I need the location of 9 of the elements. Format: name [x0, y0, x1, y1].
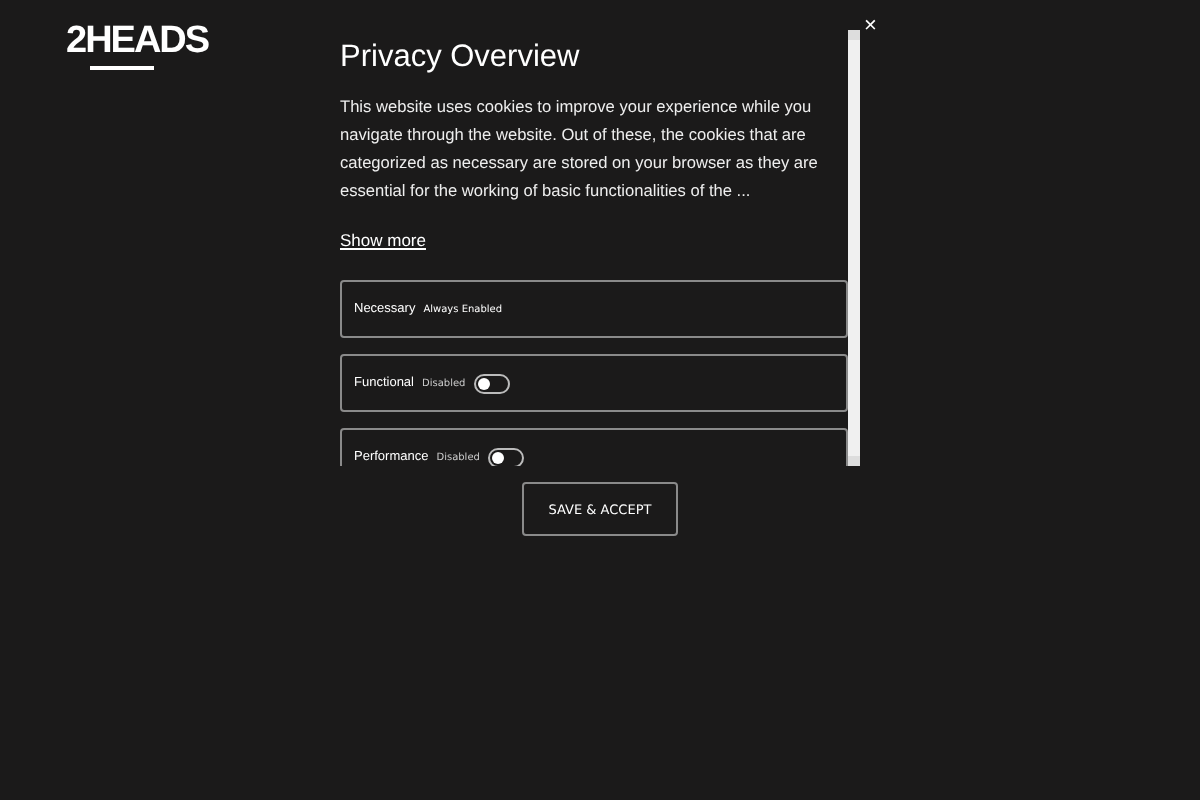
toggle-switch[interactable] [473, 373, 510, 393]
toggle-switch[interactable] [487, 447, 524, 466]
modal-title: Privacy Overview [340, 40, 582, 76]
body-text: This website uses cookies to improve your experience while you navigate through the website. Out of these, the cookies that are categorized as necessary are stored on your browser as they are essential for the working of basic functionalities of the ... [340, 94, 820, 204]
logo[interactable]: 2HEADS [66, 20, 209, 64]
scrollbar[interactable] [848, 30, 860, 466]
show-more-link[interactable]: Show more [340, 230, 426, 250]
close-button[interactable]: × [864, 16, 877, 38]
logo-underline [90, 66, 154, 70]
